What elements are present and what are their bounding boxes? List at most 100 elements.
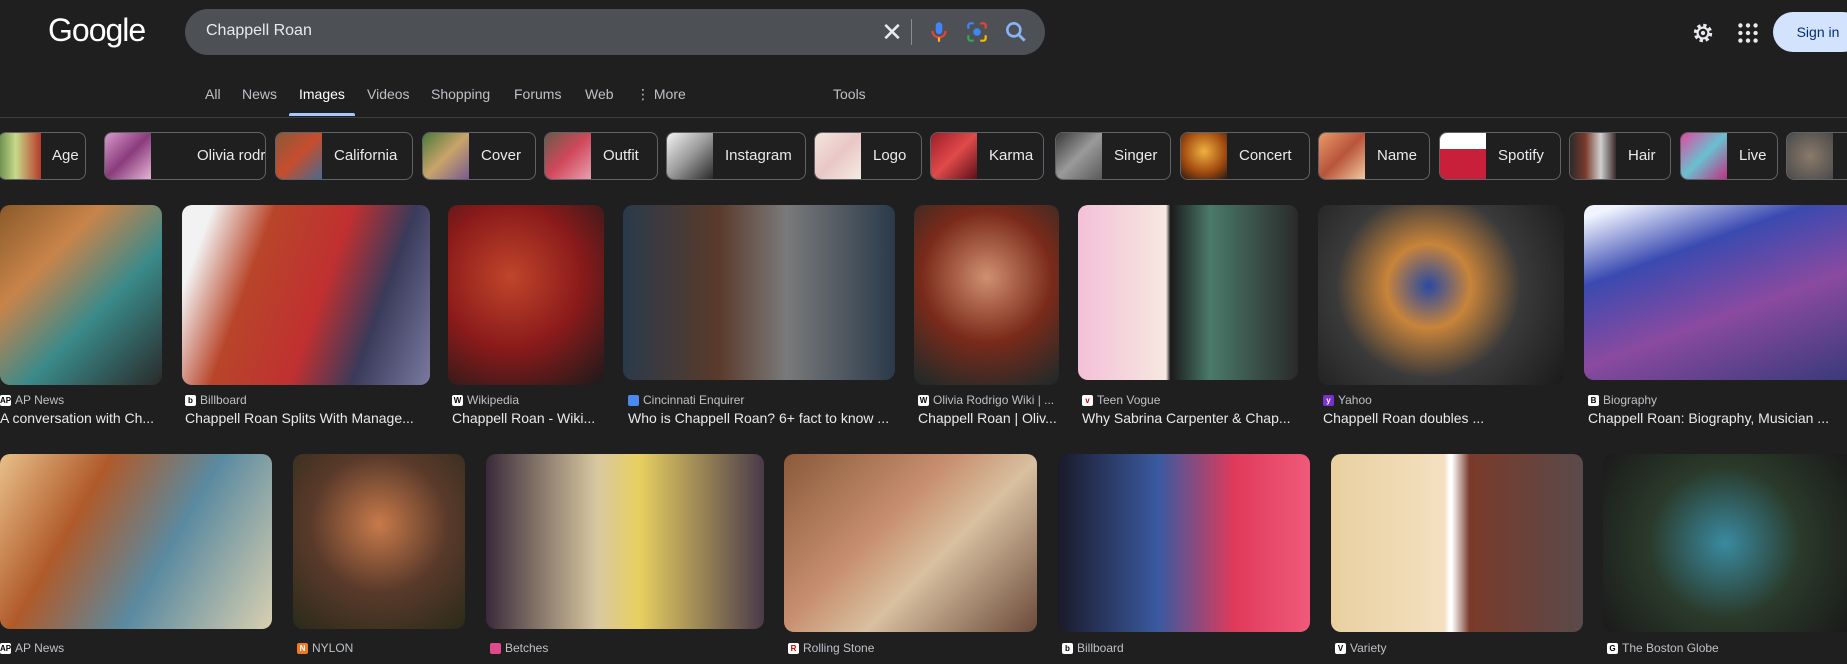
tools-button[interactable]: Tools [833, 86, 866, 102]
result-image[interactable] [1078, 205, 1298, 380]
apps-grid-icon[interactable] [1735, 20, 1761, 46]
result-image[interactable] [1058, 454, 1310, 632]
chip-live[interactable]: Live [1680, 132, 1778, 180]
chip-label: Name [1377, 147, 1418, 164]
result-image[interactable] [0, 454, 272, 629]
image-result[interactable]: Cincinnati Enquirer Who is Chappell Roan… [623, 205, 895, 430]
result-source[interactable]: B Biography [1588, 393, 1657, 407]
chip-olivia-rodrigo[interactable]: Olivia rodrigo [104, 132, 266, 180]
chip-spotify[interactable]: Spotify [1439, 132, 1561, 180]
result-source[interactable]: R Rolling Stone [788, 641, 874, 655]
favicon-icon: N [297, 642, 308, 654]
search-box[interactable]: Chappell Roan ✕ [185, 9, 1045, 55]
result-image[interactable] [914, 205, 1059, 385]
image-result[interactable]: AP AP News A conversation with Ch... [0, 205, 162, 430]
result-image[interactable] [293, 454, 465, 629]
chip-concert[interactable]: Concert [1180, 132, 1310, 180]
tab-news[interactable]: News [242, 86, 277, 102]
chip-hair[interactable]: Hair [1569, 132, 1671, 180]
result-source[interactable]: b Billboard [185, 393, 247, 407]
result-image[interactable] [1584, 205, 1847, 380]
image-result[interactable]: b Billboard [1058, 454, 1310, 664]
result-title[interactable]: Chappell Roan - Wiki... [452, 410, 602, 426]
result-source[interactable]: v Teen Vogue [1082, 393, 1160, 407]
google-logo[interactable]: Google [48, 12, 146, 49]
result-source[interactable]: y Yahoo [1323, 393, 1372, 407]
sign-in-button[interactable]: Sign in [1773, 12, 1847, 52]
image-result[interactable]: AP AP News [0, 454, 272, 664]
chip-name[interactable]: Name [1318, 132, 1430, 180]
settings-gear-icon[interactable] [1690, 20, 1716, 46]
chip-singer[interactable]: Singer [1055, 132, 1171, 180]
result-title[interactable]: Chappell Roan Splits With Manage... [185, 410, 429, 426]
tab-web[interactable]: Web [585, 86, 614, 102]
chip-label: Cover [481, 147, 522, 164]
result-image[interactable] [486, 454, 764, 629]
result-title[interactable]: Chappell Roan: Biography, Musician ... [1588, 410, 1847, 426]
chip-label: Logo [873, 147, 907, 164]
result-title[interactable]: A conversation with Ch... [0, 410, 158, 426]
lens-icon[interactable] [964, 19, 990, 45]
tab-all[interactable]: All [205, 86, 221, 102]
result-source[interactable]: b Billboard [1062, 641, 1124, 655]
chip-outfit[interactable]: Outfit [544, 132, 658, 180]
result-source[interactable]: Cincinnati Enquirer [628, 393, 744, 407]
image-result[interactable]: Betches [486, 454, 764, 664]
image-result[interactable]: R Rolling Stone [784, 454, 1037, 664]
result-image[interactable] [623, 205, 895, 380]
result-source[interactable]: W Wikipedia [452, 393, 519, 407]
chip-label: Olivia rodrigo [197, 147, 266, 164]
search-input[interactable]: Chappell Roan [206, 22, 312, 40]
result-title[interactable]: Who is Chappell Roan? 6+ fact to know ..… [628, 410, 893, 426]
image-result[interactable]: b Billboard Chappell Roan Splits With Man… [182, 205, 430, 430]
result-title[interactable]: Chappell Roan doubles ... [1323, 410, 1561, 426]
result-source[interactable]: N NYLON [297, 641, 353, 655]
microphone-icon[interactable] [926, 19, 952, 45]
chip-thumbnail [1181, 133, 1227, 179]
favicon-icon: R [788, 642, 799, 654]
image-result[interactable]: G The Boston Globe [1603, 454, 1847, 664]
result-source[interactable]: AP AP News [0, 393, 64, 407]
favicon-icon [628, 394, 639, 406]
result-image[interactable] [448, 205, 604, 385]
tab-more[interactable]: ⋮ More [636, 86, 686, 103]
chip-karma[interactable]: Karma [930, 132, 1044, 180]
tab-forums[interactable]: Forums [514, 86, 561, 102]
result-image[interactable] [1603, 454, 1847, 632]
chip-thumbnail [1570, 133, 1616, 179]
tab-shopping[interactable]: Shopping [431, 86, 490, 102]
result-image[interactable] [1331, 454, 1583, 632]
favicon-icon: AP [0, 394, 12, 406]
result-source[interactable]: W Olivia Rodrigo Wiki | ... [918, 393, 1054, 407]
favicon-icon: B [1588, 394, 1599, 406]
result-source[interactable]: V Variety [1335, 641, 1386, 655]
tab-videos[interactable]: Videos [367, 86, 410, 102]
chip-instagram[interactable]: Instagram [666, 132, 806, 180]
result-title[interactable]: Why Sabrina Carpenter & Chap... [1082, 410, 1292, 426]
image-result[interactable]: B Biography Chappell Roan: Biography, Mus… [1584, 205, 1847, 430]
result-source[interactable]: AP AP News [0, 641, 64, 655]
chip-california[interactable]: California [275, 132, 413, 180]
result-image[interactable] [784, 454, 1037, 632]
image-result[interactable]: v Teen Vogue Why Sabrina Carpenter & Chap… [1078, 205, 1298, 430]
result-title[interactable]: Chappell Roan | Oliv... [918, 410, 1058, 426]
result-image[interactable] [182, 205, 430, 385]
image-result[interactable]: W Olivia Rodrigo Wiki | ... Chappell Roan… [914, 205, 1059, 430]
chip-logo[interactable]: Logo [814, 132, 922, 180]
result-image[interactable] [1318, 205, 1564, 385]
chip-age[interactable]: Age [0, 132, 86, 180]
chip-cover[interactable]: Cover [422, 132, 536, 180]
image-result[interactable]: V Variety [1331, 454, 1583, 664]
result-source[interactable]: G The Boston Globe [1607, 641, 1719, 655]
chip-label: Age [52, 147, 79, 164]
chip-more-partial[interactable] [1786, 132, 1847, 180]
tab-images[interactable]: Images [299, 86, 345, 102]
search-icon[interactable] [1003, 19, 1029, 45]
result-image[interactable] [0, 205, 162, 385]
clear-icon[interactable]: ✕ [878, 17, 906, 47]
chip-thumbnail [1787, 133, 1833, 179]
image-result[interactable]: N NYLON [293, 454, 465, 664]
image-result[interactable]: y Yahoo Chappell Roan doubles ... [1318, 205, 1564, 430]
image-result[interactable]: W Wikipedia Chappell Roan - Wiki... [448, 205, 604, 430]
result-source[interactable]: Betches [490, 641, 548, 655]
